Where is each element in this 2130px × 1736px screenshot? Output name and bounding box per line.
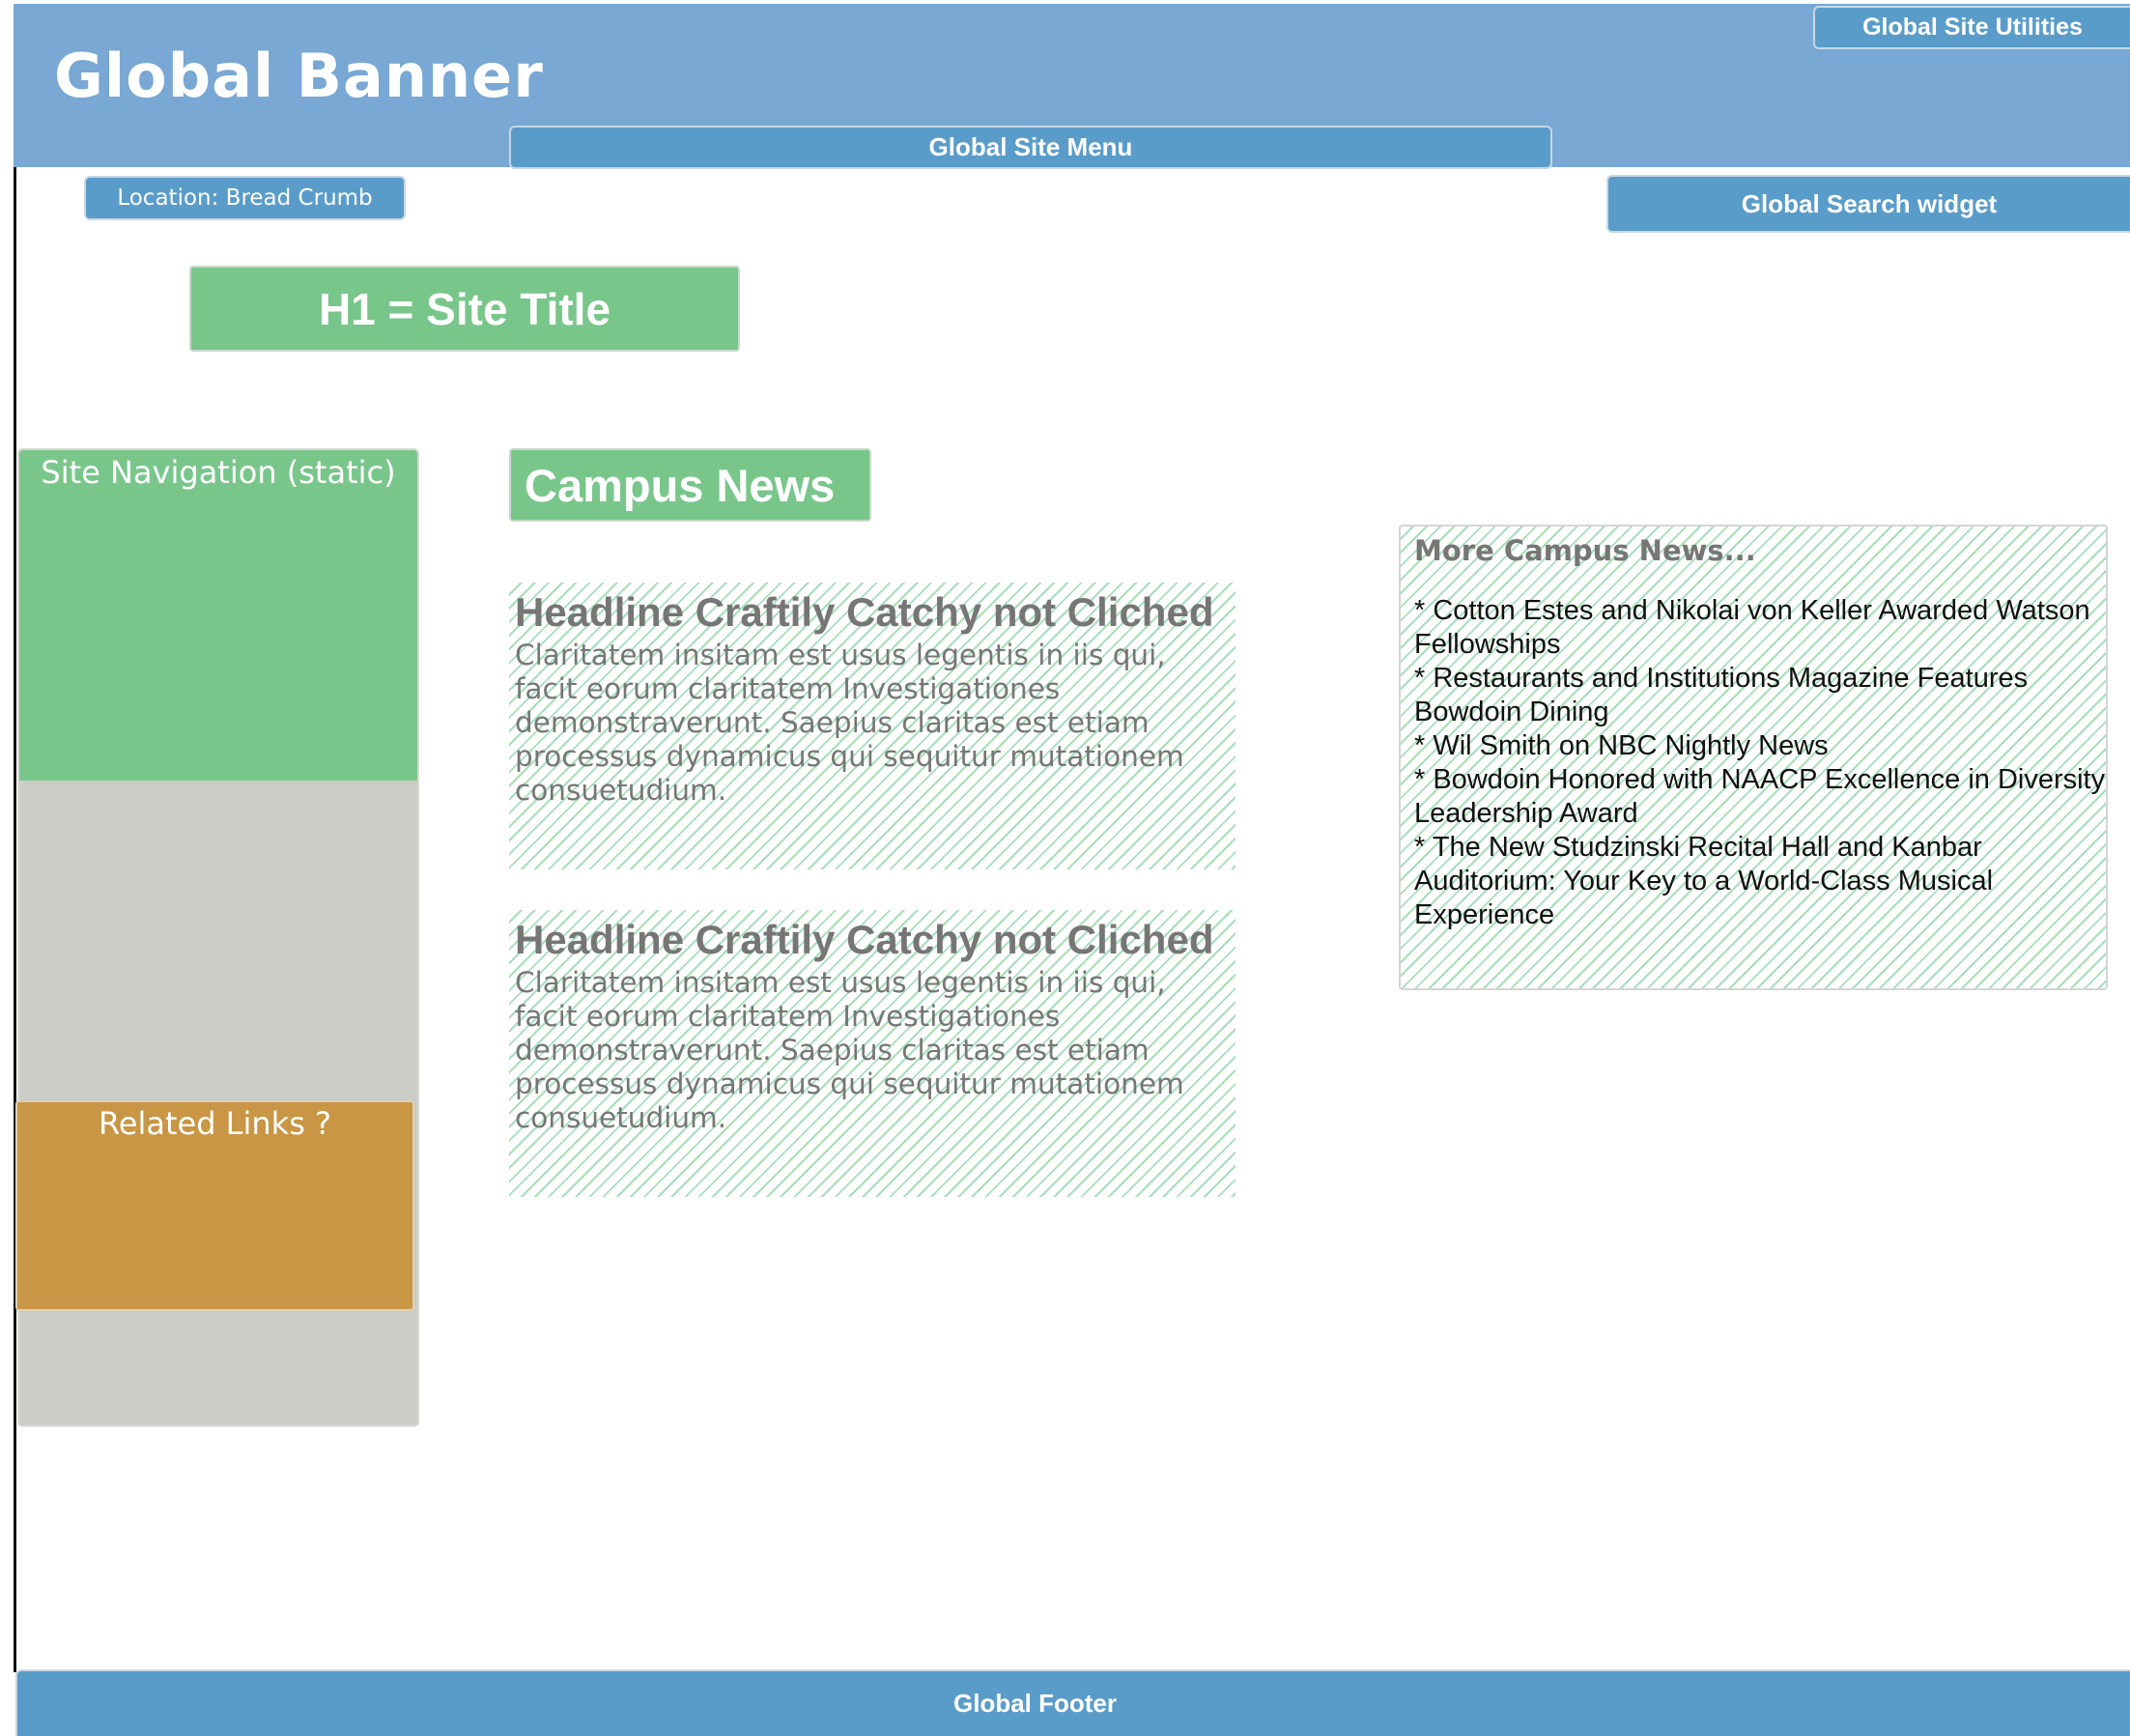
article-body-line: facit eorum claritatem Investigationes xyxy=(515,1000,1061,1033)
news-link[interactable]: * Wil Smith on NBC Nightly News xyxy=(1414,729,2106,763)
news-link[interactable]: * Restaurants and Institutions Magazine … xyxy=(1414,662,2106,729)
global-site-menu-label: Global Site Menu xyxy=(928,132,1133,161)
more-campus-news-box: More Campus News... * Cotton Estes and N… xyxy=(1399,525,2108,990)
article-body-line: Claritatem insitam est usus legentis in … xyxy=(515,966,1166,999)
article-body-line: Claritatem insitam est usus legentis in … xyxy=(515,639,1166,671)
news-article[interactable]: Headline Craftily Catchy not Cliched Cla… xyxy=(509,910,1235,1197)
article-body-line: consuetudium. xyxy=(515,774,727,807)
article-headline[interactable]: Headline Craftily Catchy not Cliched xyxy=(515,588,1235,637)
article-body-line: processus dynamicus qui sequitur mutatio… xyxy=(515,1067,1184,1100)
campus-news-heading: Campus News xyxy=(509,448,871,522)
banner-title: Global Banner xyxy=(54,41,544,111)
site-navigation-label: Site Navigation (static) xyxy=(41,454,396,491)
article-headline[interactable]: Headline Craftily Catchy not Cliched xyxy=(515,916,1235,964)
global-search-widget[interactable]: Global Search widget xyxy=(1606,175,2130,233)
article-body-line: facit eorum claritatem Investigationes xyxy=(515,672,1061,705)
related-links-label: Related Links ? xyxy=(98,1105,332,1142)
global-site-utilities-button[interactable]: Global Site Utilities xyxy=(1813,6,2130,49)
article-body-line: demonstraverunt. Saepius claritas est et… xyxy=(515,706,1150,739)
news-link[interactable]: * Bowdoin Honored with NAACP Excellence … xyxy=(1414,763,2106,831)
left-border-line xyxy=(14,167,16,1672)
article-body-line: consuetudium. xyxy=(515,1101,727,1134)
breadcrumb-label: Location: Bread Crumb xyxy=(117,185,373,211)
global-footer[interactable]: Global Footer xyxy=(15,1669,2130,1736)
more-campus-news-list: * Cotton Estes and Nikolai von Keller Aw… xyxy=(1414,594,2106,932)
article-body: Claritatem insitam est usus legentis in … xyxy=(515,966,1235,1135)
article-body: Claritatem insitam est usus legentis in … xyxy=(515,639,1235,808)
article-body-line: demonstraverunt. Saepius claritas est et… xyxy=(515,1034,1150,1067)
site-navigation-panel[interactable] xyxy=(19,450,417,781)
breadcrumb[interactable]: Location: Bread Crumb xyxy=(84,176,406,220)
global-site-utilities-label: Global Site Utilities xyxy=(1862,14,2083,41)
site-title-label: H1 = Site Title xyxy=(318,283,611,334)
news-article[interactable]: Headline Craftily Catchy not Cliched Cla… xyxy=(509,583,1235,869)
global-footer-label: Global Footer xyxy=(953,1689,1117,1718)
more-campus-news-title: More Campus News... xyxy=(1414,534,1756,567)
global-site-menu[interactable]: Global Site Menu xyxy=(509,126,1552,169)
site-title: H1 = Site Title xyxy=(189,266,740,352)
news-link[interactable]: * Cotton Estes and Nikolai von Keller Aw… xyxy=(1414,594,2106,662)
article-body-line: processus dynamicus qui sequitur mutatio… xyxy=(515,740,1184,773)
news-link[interactable]: * The New Studzinski Recital Hall and Ka… xyxy=(1414,831,2106,932)
campus-news-heading-label: Campus News xyxy=(525,459,836,511)
global-search-label: Global Search widget xyxy=(1741,188,1998,218)
